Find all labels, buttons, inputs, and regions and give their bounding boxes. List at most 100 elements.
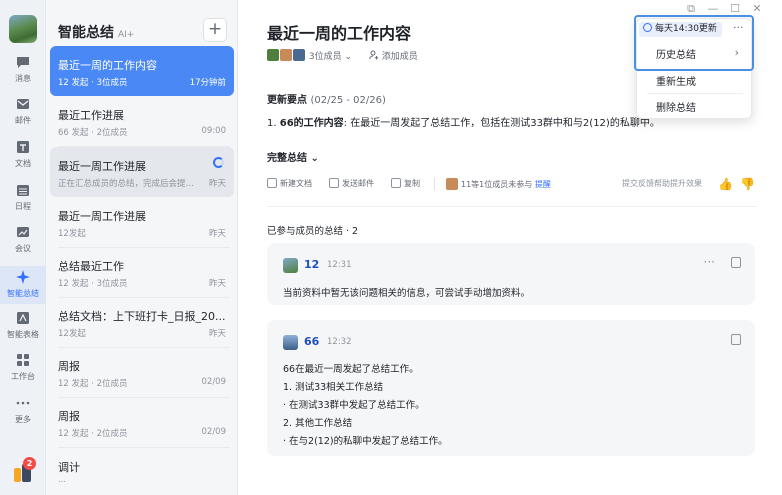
chevron-down-icon: ⌄ (310, 153, 319, 164)
list-item[interactable]: 最近工作进展 66 发起 · 2位成员 09:00 (50, 96, 234, 146)
send-mail-label: 发送邮件 (342, 179, 374, 188)
rail-item-messages[interactable]: 消息 (0, 54, 46, 94)
rail-label: 日程 (15, 202, 31, 211)
item-title: 总结文档：上下班打卡_日报_20... (58, 310, 226, 323)
members-row: 3位成员 ⌄ 添加成员 (267, 49, 418, 62)
item-subtitle: 12 发起 · 2位成员 (58, 429, 128, 439)
item-title: 周报 (58, 360, 80, 373)
rail-label: 更多 (15, 415, 31, 424)
more-dots-icon (16, 401, 30, 405)
summary-point: 1. 66的工作内容: 在最近一周发起了总结工作，包括在测试33群中和与2(12… (267, 114, 660, 129)
member-name[interactable]: 12 (304, 258, 319, 271)
avatar (283, 258, 298, 273)
members-count: 3位成员 (308, 52, 342, 62)
rail-item-more[interactable]: 更多 (0, 395, 46, 435)
divider (267, 206, 757, 207)
rail-item-smart-summary[interactable]: 智能总结 (0, 266, 46, 304)
item-time: 昨天 (208, 179, 226, 189)
mail-icon (329, 178, 339, 188)
item-subtitle: 12 发起 · 2位成员 (58, 379, 128, 389)
copy-icon[interactable] (731, 257, 741, 268)
not-joined-text: 11等1位成员未参与 (461, 180, 533, 189)
avatar (283, 335, 298, 350)
rail-label: 会议 (15, 244, 31, 253)
item-title: 周报 (58, 410, 80, 423)
rail-label: 工作台 (11, 372, 35, 381)
remind-link[interactable]: 提醒 (535, 180, 551, 189)
member-summary-line: · 在测试33群中发起了总结工作。 (283, 400, 425, 411)
copy-label: 复制 (404, 179, 420, 188)
grid-apps-icon (17, 354, 29, 366)
menu-item-delete[interactable]: 删除总结 (656, 99, 696, 114)
video-meeting-icon (17, 227, 29, 237)
item-subtitle: 12 发起 · 3位成员 (58, 279, 128, 289)
document-icon (267, 178, 277, 188)
list-item[interactable]: 最近一周的工作内容 12 发起 · 3位成员 17分钟前 (50, 46, 234, 96)
dislike-icon[interactable]: 👎 (740, 177, 755, 191)
ai-tag: AI+ (118, 30, 135, 40)
summary-prefix: 1. (267, 118, 280, 129)
more-options-icon[interactable]: ··· (704, 255, 715, 269)
close-window-button[interactable]: ✕ (746, 2, 768, 15)
rail-item-calendar[interactable]: 日程 (0, 182, 46, 222)
menu-item-regenerate[interactable]: 重新生成 (656, 73, 696, 88)
notification-badge: 2 (23, 457, 36, 470)
list-item[interactable]: 周报 12 发起 · 2位成员 02/09 (50, 397, 234, 447)
rail-label: 智能总结 (7, 289, 39, 298)
member-time: 12:32 (327, 337, 352, 347)
rail-label: 智能表格 (7, 330, 39, 339)
item-subtitle: 12 发起 · 3位成员 (58, 78, 128, 88)
list-header: 智能总结 AI+ (58, 22, 134, 42)
rail-item-workbench[interactable]: 工作台 (0, 352, 46, 392)
list-item[interactable]: 总结最近工作 12 发起 · 3位成员 昨天 (50, 247, 234, 297)
sparkle-icon (16, 270, 30, 284)
chat-bubble-icon (17, 57, 29, 68)
like-icon[interactable]: 👍 (718, 177, 733, 191)
copy-icon[interactable] (731, 334, 741, 345)
list-item[interactable]: 调计 ... (50, 447, 234, 495)
send-mail-button[interactable]: 发送邮件 (329, 178, 374, 189)
item-subtitle: ... (58, 475, 67, 485)
member-summary-line: 66在最近一周发起了总结工作。 (283, 364, 419, 375)
member-time: 12:31 (327, 260, 352, 270)
list-item[interactable]: 总结文档：上下班打卡_日报_20... 12发起 昨天 (50, 297, 234, 347)
user-avatar[interactable] (9, 15, 37, 43)
list-item[interactable]: 最近一周工作进展 12发起 昨天 (50, 197, 234, 247)
rail-item-docs[interactable]: 文档 (0, 139, 46, 179)
full-summary-label: 完整总结 (267, 153, 307, 164)
member-summary-line: · 在与2(12)的私聊中发起了总结工作。 (283, 436, 448, 447)
add-member-button[interactable]: 添加成员 (369, 50, 418, 62)
not-joined-info: 11等1位成员未参与 提醒 (446, 178, 551, 190)
rail-label: 消息 (15, 74, 31, 83)
update-heading: 更新要点 (02/25 - 02/26) (267, 91, 386, 106)
full-summary-toggle[interactable]: 完整总结 ⌄ (267, 149, 319, 164)
list-item[interactable]: 最近一周工作进展 正在汇总成员的总结，完成后会提醒... 昨天 (50, 147, 234, 197)
copy-button[interactable]: 复制 (391, 178, 420, 189)
summary-list-panel: 智能总结 AI+ + 最近一周的工作内容 12 发起 · 3位成员 17分钟前 最… (46, 0, 238, 495)
item-title: 调计 (58, 461, 80, 474)
member-name[interactable]: 66 (304, 335, 319, 348)
avatar (446, 178, 458, 190)
add-person-icon (369, 50, 379, 60)
list-title: 智能总结 (58, 25, 114, 41)
rail-item-smart-table[interactable]: 智能表格 (0, 310, 46, 350)
rail-item-mail[interactable]: 邮件 (0, 96, 46, 136)
pin-window-button[interactable]: ⧉ (680, 2, 702, 16)
mail-icon (17, 99, 29, 109)
feedback-text: 提交反馈帮助提升效果 (622, 179, 702, 188)
update-heading-label: 更新要点 (267, 95, 307, 106)
member-summary-line: 2. 其他工作总结 (283, 418, 353, 429)
member-summary-line: 1. 测试33相关工作总结 (283, 382, 384, 393)
rail-label: 邮件 (15, 116, 31, 125)
document-icon (17, 141, 29, 153)
copy-icon (391, 178, 401, 188)
new-summary-button[interactable]: + (203, 18, 227, 42)
new-doc-label: 新建文档 (280, 179, 312, 188)
new-doc-button[interactable]: 新建文档 (267, 178, 312, 189)
minimize-button[interactable]: — (702, 2, 724, 15)
maximize-button[interactable]: ☐ (724, 2, 746, 15)
rail-item-meeting[interactable]: 会议 (0, 224, 46, 264)
list-item[interactable]: 周报 12 发起 · 2位成员 02/09 (50, 347, 234, 397)
item-subtitle: 66 发起 · 2位成员 (58, 128, 128, 138)
members-count-button[interactable]: 3位成员 ⌄ (309, 52, 352, 62)
